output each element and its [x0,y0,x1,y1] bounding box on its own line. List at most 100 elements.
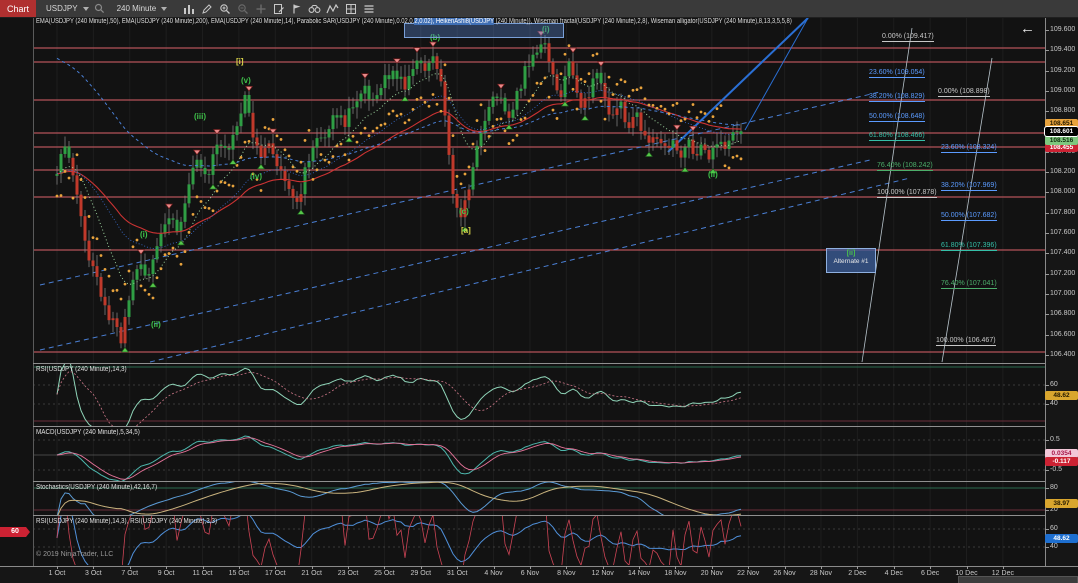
indicator-wave-icon[interactable] [325,2,340,15]
time-tick-label: 8 Nov [557,570,575,577]
panel-separator[interactable] [33,363,1045,364]
time-tick-mark [457,566,458,569]
panel-separator[interactable] [33,426,1045,427]
price-tick-mark [1045,294,1049,295]
chart-trader-icon[interactable] [271,2,286,15]
indicator-panel-label[interactable]: RSI(USDJPY (240 Minute),14,3) [36,366,127,373]
chevron-down-icon [161,7,167,11]
price-tick-label: 108.200 [1050,168,1075,175]
price-tick-mark [1045,355,1049,356]
elliott-wave-label[interactable]: (iii) [194,112,206,121]
time-tick-mark [603,566,604,569]
indicator-label-pre: EMA(USDJPY (240 Minute),50), EMA(USDJPY … [36,18,414,25]
price-tick-mark [1045,50,1049,51]
zoom-in-icon[interactable] [217,2,232,15]
indicator-label-line[interactable]: EMA(USDJPY (240 Minute),50), EMA(USDJPY … [36,18,859,25]
panel-separator[interactable] [33,515,1045,516]
indicator-panel-label[interactable]: Stochastics(USDJPY (240 Minute),42,16,7) [36,484,157,491]
price-tick-label: 0.5 [1050,436,1060,443]
time-tick-mark [494,566,495,569]
price-tick-mark [1045,547,1049,548]
price-tick-label: 109.200 [1050,67,1075,74]
instrument-label: USDJPY [46,4,78,13]
elliott-wave-label[interactable]: [a] [461,226,471,235]
fib-level-label[interactable]: 76.40% (108.242) [877,162,933,171]
instrument-selector[interactable]: USDJPY [46,4,89,13]
time-tick-label: 25 Oct [374,570,395,577]
fib-level-label[interactable]: 50.00% (108.648) [869,113,925,122]
zoom-out-icon[interactable] [235,2,250,15]
price-tick-label: 109.000 [1050,87,1075,94]
alert-flag-icon[interactable] [289,2,304,15]
panel-separator[interactable] [33,481,1045,482]
fib-level-label[interactable]: 38.20% (108.829) [869,93,925,102]
price-tick-label: -0.5 [1050,466,1062,473]
time-tick-mark [530,566,531,569]
selection-highlight [404,23,564,38]
fib-level-label[interactable]: 0.00% (109.417) [882,33,934,42]
time-tick-mark [239,566,240,569]
draw-icon[interactable] [199,2,214,15]
time-tick-label: 4 Dec [885,570,903,577]
time-tick-mark [639,566,640,569]
time-tick-mark [857,566,858,569]
interval-selector[interactable]: 240 Minute [117,4,168,13]
elliott-wave-label[interactable]: (v) [241,76,251,85]
price-tick-label: 109.600 [1050,26,1075,33]
time-tick-mark [348,566,349,569]
ninjatrader-chart-window: Chart USDJPY 240 Minute [0,0,1078,583]
time-tick-label: 15 Oct [229,570,250,577]
price-tick-label: 108.800 [1050,107,1075,114]
price-marker: 108.516 [1045,136,1078,145]
fib-level-label[interactable]: 61.80% (108.466) [869,132,925,141]
fib-level-label[interactable]: 0.00% (108.898) [938,88,990,97]
elliott-wave-label[interactable]: (ii) [708,170,718,179]
indicator-panel-label[interactable]: RSI(USDJPY (240 Minute),14,3), RSI(USDJP… [36,518,217,525]
elliott-alternate-box[interactable]: [ii] Alternate #1 [826,248,876,273]
price-tick-label: 107.000 [1050,290,1075,297]
price-tick-mark [1045,470,1049,471]
alt-box-degree: [ii] [827,250,875,258]
price-tick-mark [1045,314,1049,315]
time-tick-mark [93,566,94,569]
price-tick-label: 108.000 [1050,188,1075,195]
time-tick-mark [384,566,385,569]
time-tick-label: 6 Dec [921,570,939,577]
scroll-to-end-arrow[interactable]: ← [1020,20,1035,37]
fib-level-label[interactable]: 61.80% (107.396) [941,242,997,251]
time-tick-mark [130,566,131,569]
price-tick-mark [1045,233,1049,234]
fib-level-label[interactable]: 76.40% (107.041) [941,280,997,289]
horizontal-scrollbar[interactable] [958,576,1078,583]
fib-level-label[interactable]: 38.20% (107.969) [941,182,997,191]
add-icon[interactable] [253,2,268,15]
elliott-wave-label[interactable]: [i] [236,57,244,66]
elliott-wave-label[interactable]: (iv) [250,172,262,181]
price-tick-mark [1045,192,1049,193]
grid-icon[interactable] [343,2,358,15]
indicator-panel-label[interactable]: MACD(USDJPY (240 Minute),5,34,5) [36,429,140,436]
tab-chart[interactable]: Chart [0,0,36,17]
bar-type-icon[interactable] [181,2,196,15]
time-tick-mark [566,566,567,569]
fib-level-label[interactable]: 100.00% (107.878) [877,189,937,198]
alert-level-marker: 60 [0,527,30,537]
fib-level-label[interactable]: 23.60% (108.324) [941,144,997,153]
indicator-label-highlight[interactable]: 2,0.02), HeikenAshi8(USDJPY [414,18,494,25]
fib-level-label[interactable]: 23.60% (109.054) [869,69,925,78]
search-icon[interactable] [92,2,107,15]
menu-list-icon[interactable] [361,2,376,15]
price-tick-label: 106.600 [1050,331,1075,338]
elliott-wave-label[interactable]: (ii) [151,320,161,329]
time-tick-mark [275,566,276,569]
time-tick-label: 23 Oct [338,570,359,577]
elliott-wave-label[interactable]: (c) [459,207,469,216]
time-tick-label: 14 Nov [628,570,650,577]
fib-level-label[interactable]: 100.00% (106.467) [936,337,996,346]
price-tick-mark [1045,91,1049,92]
fib-level-label[interactable]: 50.00% (107.682) [941,212,997,221]
time-tick-mark [57,566,58,569]
elliott-wave-label[interactable]: (i) [140,230,148,239]
binoculars-icon[interactable] [307,2,322,15]
price-tick-mark [1045,30,1049,31]
